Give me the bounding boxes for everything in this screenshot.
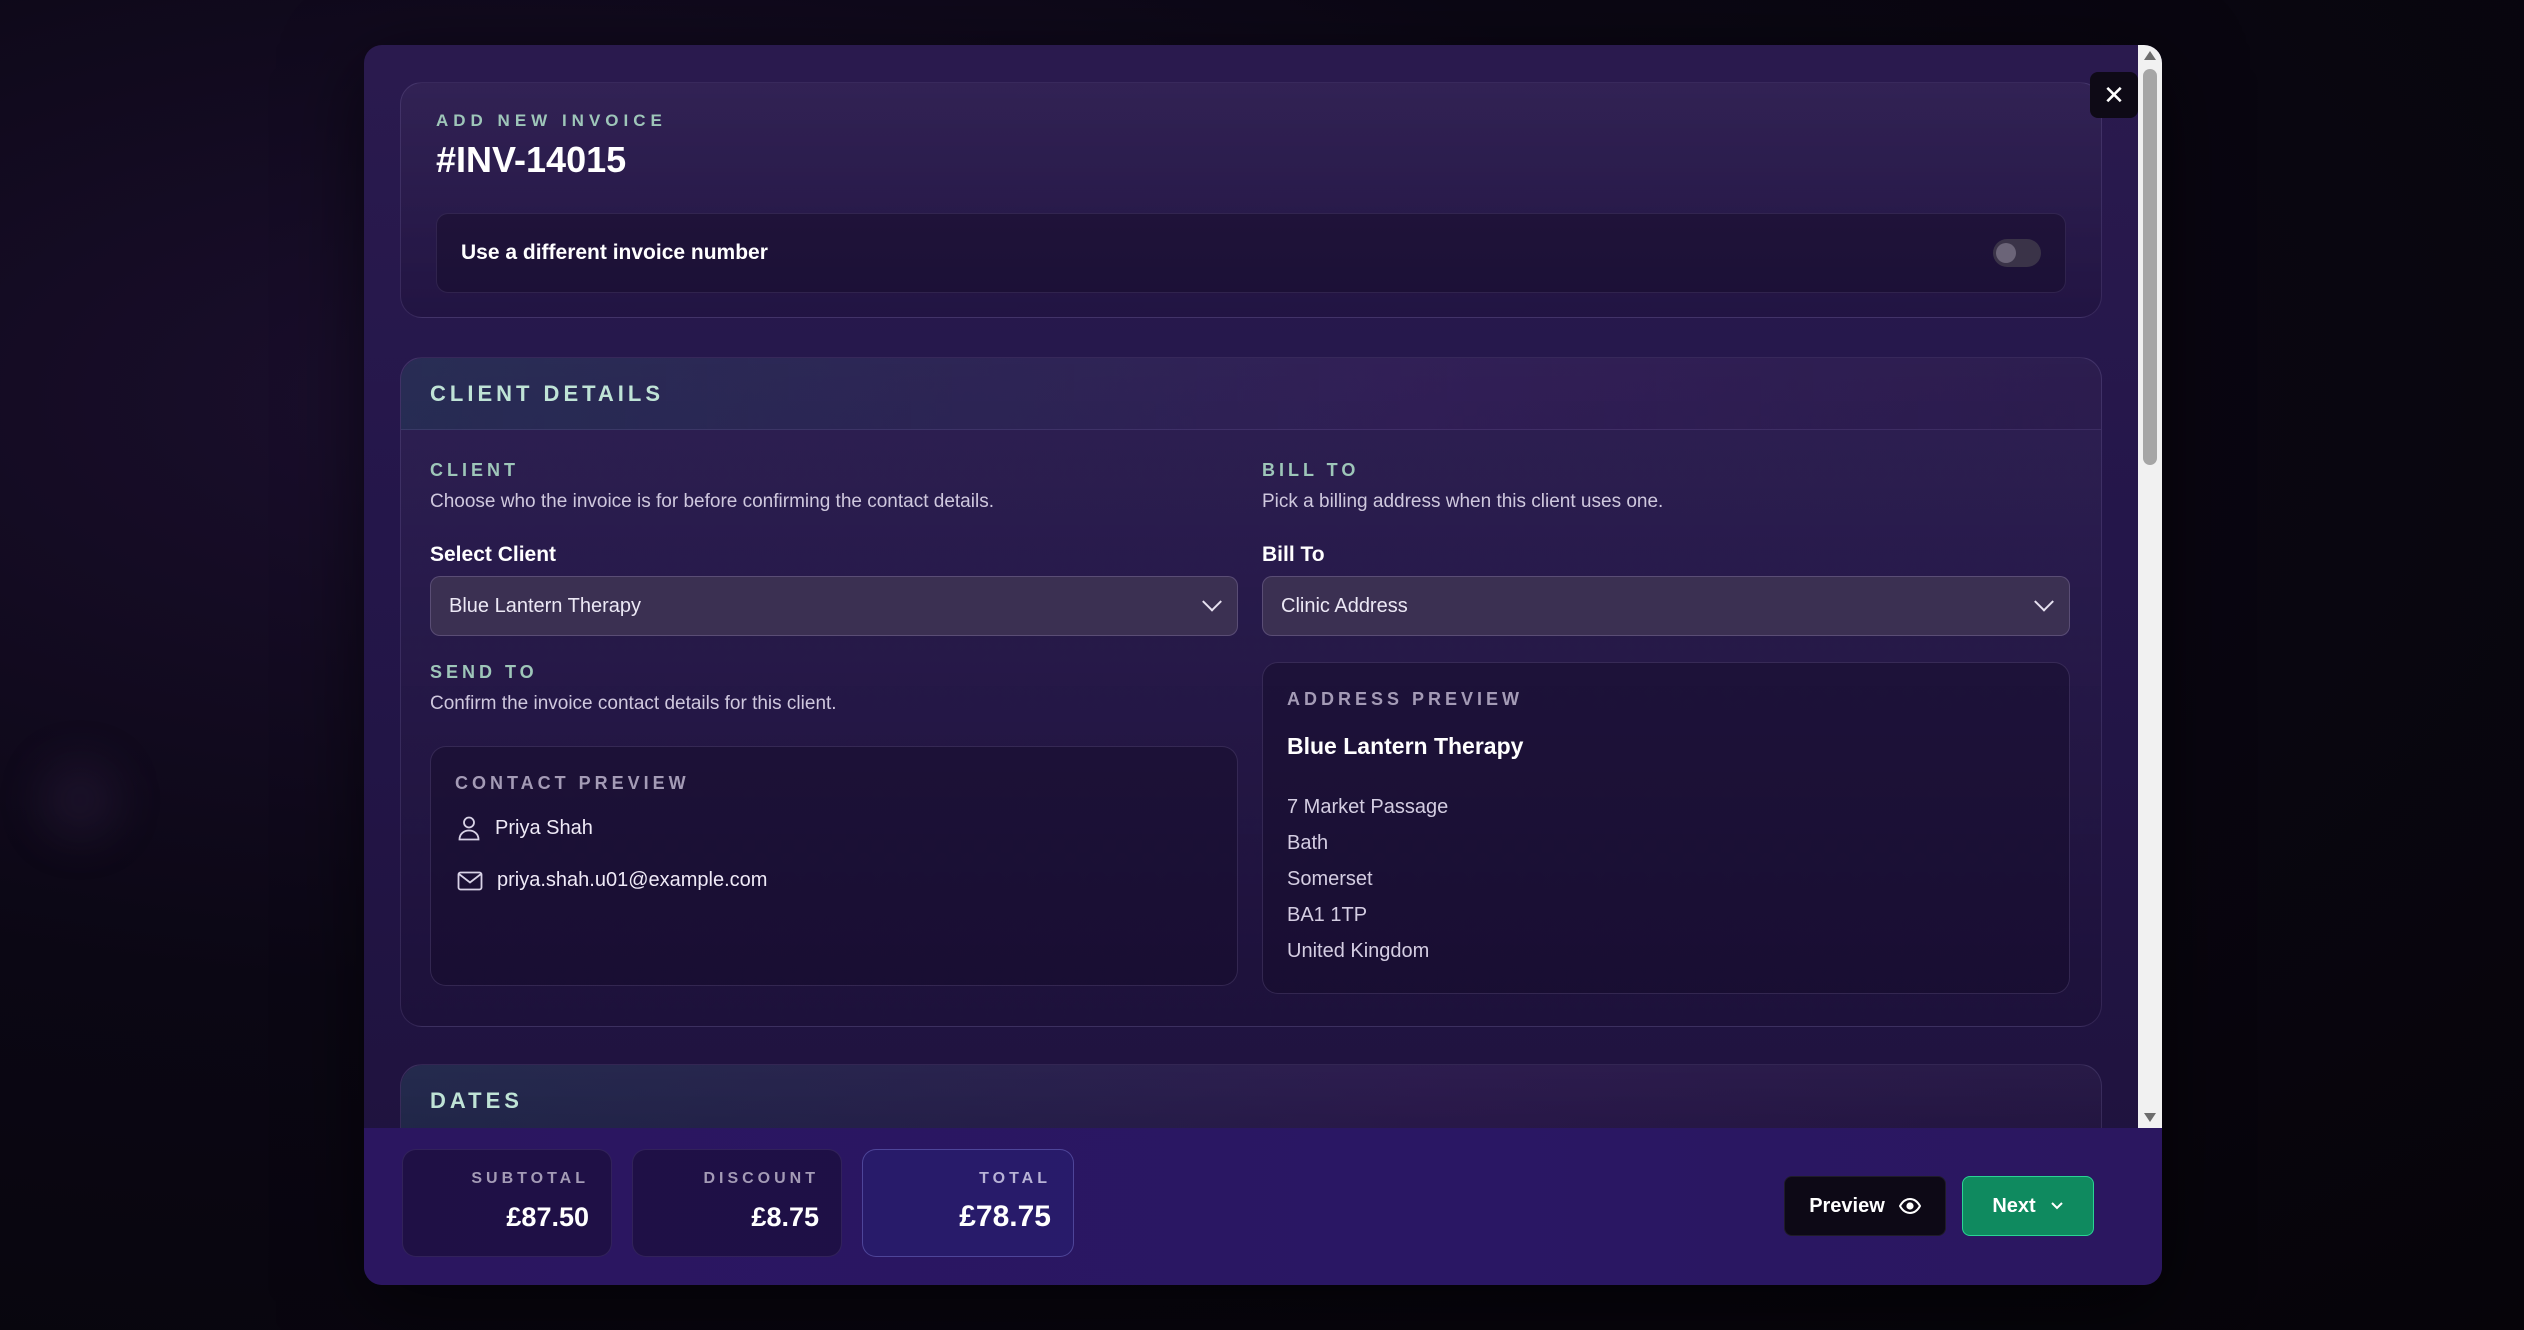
next-button[interactable]: Next	[1962, 1176, 2094, 1236]
contact-preview-eyebrow: CONTACT PREVIEW	[455, 773, 690, 793]
client-eyebrow: CLIENT	[430, 460, 519, 480]
scroll-up-arrow[interactable]	[2144, 51, 2156, 60]
bill-to-column: BILL TO Pick a billing address when this…	[1262, 460, 2070, 636]
subtotal-value: £87.50	[506, 1202, 589, 1232]
chevron-down-icon	[2034, 591, 2054, 612]
invoice-number: #INV-14015	[436, 139, 627, 180]
total-label: TOTAL	[979, 1170, 1051, 1187]
dates-card: DATES	[400, 1064, 2102, 1128]
add-invoice-modal: ADD NEW INVOICE #INV-14015 Use a differe…	[364, 45, 2162, 1285]
bill-to-eyebrow: BILL TO	[1262, 460, 1360, 480]
modal-scroll-area[interactable]: ADD NEW INVOICE #INV-14015 Use a differe…	[364, 45, 2138, 1128]
discount-stat: DISCOUNT £8.75	[632, 1149, 842, 1257]
address-line: United Kingdom	[1287, 940, 1430, 962]
address-line: Somerset	[1287, 868, 1373, 890]
select-client-dropdown[interactable]: Blue Lantern Therapy	[430, 576, 1238, 636]
client-details-card: CLIENT DETAILS CLIENT Choose who the inv…	[400, 357, 2102, 1027]
address-line: 7 Market Passage	[1287, 796, 1449, 818]
close-button[interactable]: ✕	[2090, 72, 2138, 118]
modal-footer: SUBTOTAL £87.50 DISCOUNT £8.75 TOTAL £78…	[364, 1128, 2162, 1285]
address-line: BA1 1TP	[1287, 904, 1368, 926]
toggle-label: Use a different invoice number	[461, 241, 768, 264]
subtotal-label: SUBTOTAL	[471, 1170, 589, 1187]
total-stat: TOTAL £78.75	[862, 1149, 1074, 1257]
dates-header: DATES	[401, 1065, 2101, 1128]
address-line: Bath	[1287, 832, 1329, 854]
discount-value: £8.75	[751, 1202, 819, 1232]
scrollbar-thumb[interactable]	[2143, 69, 2157, 465]
address-preview-card: ADDRESS PREVIEW Blue Lantern Therapy 7 M…	[1262, 662, 2070, 994]
bill-to-helper-text: Pick a billing address when this client …	[1262, 491, 1664, 512]
select-client-label: Select Client	[430, 543, 557, 566]
address-name: Blue Lantern Therapy	[1287, 733, 1524, 759]
preview-button-label: Preview	[1809, 1194, 1885, 1217]
contact-name-row: Priya Shah	[457, 815, 593, 841]
bill-to-dropdown[interactable]: Clinic Address	[1262, 576, 2070, 636]
discount-label: DISCOUNT	[703, 1170, 819, 1187]
preview-button[interactable]: Preview	[1784, 1176, 1946, 1236]
modal-scrollbar[interactable]	[2138, 45, 2162, 1128]
chevron-down-icon	[2050, 1201, 2064, 1211]
client-helper-text: Choose who the invoice is for before con…	[430, 491, 994, 512]
contact-email: priya.shah.u01@example.com	[497, 869, 768, 891]
send-to-helper-text: Confirm the invoice contact details for …	[430, 693, 837, 714]
invoice-number-card: ADD NEW INVOICE #INV-14015 Use a differe…	[400, 82, 2102, 318]
contact-email-row: priya.shah.u01@example.com	[457, 869, 767, 892]
bill-to-label: Bill To	[1262, 543, 1325, 566]
total-value: £78.75	[959, 1200, 1051, 1233]
chevron-down-icon	[1202, 591, 1222, 612]
send-to-eyebrow: SEND TO	[430, 662, 538, 682]
scroll-down-arrow[interactable]	[2144, 1113, 2156, 1122]
invoice-number-toggle-row: Use a different invoice number	[436, 213, 2066, 293]
toggle-knob	[1996, 243, 2016, 263]
person-icon	[457, 815, 481, 841]
contact-preview-card: CONTACT PREVIEW Priya Shah priya.shah.u0…	[430, 746, 1238, 986]
contact-name: Priya Shah	[495, 816, 593, 839]
subtotal-stat: SUBTOTAL £87.50	[402, 1149, 612, 1257]
close-icon: ✕	[2103, 79, 2125, 110]
bill-to-value: Clinic Address	[1281, 594, 1408, 617]
client-details-title: CLIENT DETAILS	[430, 380, 665, 406]
different-invoice-number-toggle[interactable]	[1993, 239, 2041, 267]
mail-icon	[457, 871, 483, 891]
next-button-label: Next	[1992, 1194, 2036, 1217]
address-preview-eyebrow: ADDRESS PREVIEW	[1287, 689, 1524, 709]
eye-icon	[1898, 1198, 1921, 1214]
dates-title: DATES	[430, 1088, 523, 1113]
background-glow	[40, 760, 120, 840]
client-details-header: CLIENT DETAILS	[401, 358, 2101, 430]
client-column: CLIENT Choose who the invoice is for bef…	[430, 460, 1238, 715]
select-client-value: Blue Lantern Therapy	[449, 594, 641, 617]
address-lines: 7 Market Passage Bath Somerset BA1 1TP U…	[1287, 789, 1448, 969]
invoice-eyebrow: ADD NEW INVOICE	[436, 111, 667, 130]
